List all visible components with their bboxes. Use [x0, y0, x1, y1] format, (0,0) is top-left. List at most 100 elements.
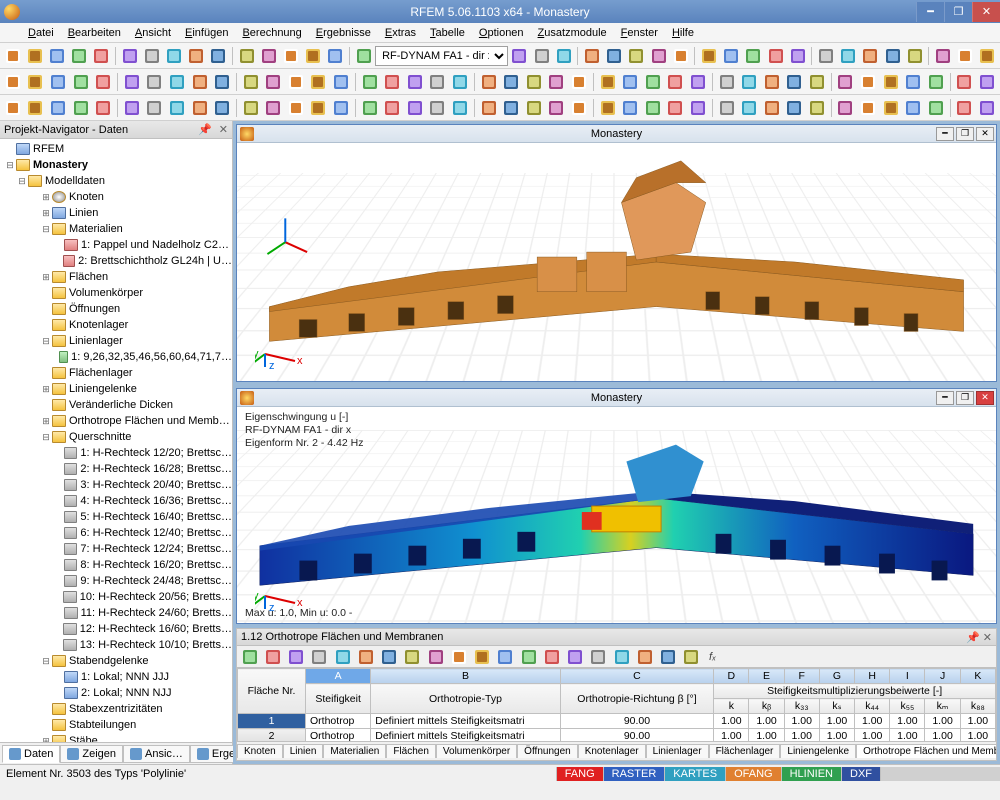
- table-tb-button[interactable]: [425, 646, 447, 668]
- toolbar-button[interactable]: [523, 97, 545, 119]
- toolbar-button[interactable]: [2, 45, 23, 67]
- tree-item[interactable]: 4: H-Rechteck 16/36; Brettsc…: [0, 493, 232, 509]
- table-tb-button[interactable]: [355, 646, 377, 668]
- toolbar-button[interactable]: [955, 45, 976, 67]
- toolbar-button[interactable]: [25, 97, 47, 119]
- data-table[interactable]: Fläche Nr.ABCDEFGHIJKSteifigkeitOrthotro…: [237, 668, 996, 741]
- toolbar-button[interactable]: [546, 97, 568, 119]
- tree-item[interactable]: RFEM: [0, 141, 232, 157]
- snap-fang[interactable]: FANG: [556, 767, 603, 781]
- toolbar-button[interactable]: [46, 45, 67, 67]
- table-tab[interactable]: Orthotrope Flächen und Membranen: [856, 744, 996, 758]
- tree-item[interactable]: 1: Pappel und Nadelholz C2…: [0, 237, 232, 253]
- toolbar-button[interactable]: [92, 97, 114, 119]
- nav-tab-zeigen[interactable]: Zeigen: [60, 745, 123, 763]
- nav-tab-ansic…[interactable]: Ansic…: [123, 745, 190, 763]
- table-tb-button[interactable]: [262, 646, 284, 668]
- toolbar-button[interactable]: [449, 97, 471, 119]
- toolbar-button[interactable]: [91, 45, 112, 67]
- toolbar-button[interactable]: [189, 71, 211, 93]
- toolbar-button[interactable]: [581, 45, 602, 67]
- tree-item[interactable]: Flächenlager: [0, 365, 232, 381]
- toolbar-button[interactable]: [860, 45, 881, 67]
- toolbar-button[interactable]: [838, 45, 859, 67]
- toolbar-button[interactable]: [531, 45, 552, 67]
- snap-kartes[interactable]: KARTES: [664, 767, 725, 781]
- menu-einfügen[interactable]: Einfügen: [179, 25, 234, 41]
- toolbar-button[interactable]: [902, 97, 924, 119]
- menu-berechnung[interactable]: Berechnung: [236, 25, 307, 41]
- toolbar-button[interactable]: [47, 97, 69, 119]
- toolbar-button[interactable]: [784, 97, 806, 119]
- navigator-tree[interactable]: RFEM⊟Monastery⊟Modelldaten⊞Knoten⊞Linien…: [0, 139, 232, 742]
- tree-item[interactable]: ⊞Liniengelenke: [0, 381, 232, 397]
- tree-item[interactable]: ⊞Knoten: [0, 189, 232, 205]
- toolbar-button[interactable]: [976, 71, 998, 93]
- snap-ofang[interactable]: OFANG: [725, 767, 781, 781]
- toolbar-button[interactable]: [976, 97, 998, 119]
- table-tb-button[interactable]: [401, 646, 423, 668]
- tree-item[interactable]: ⊟Materialien: [0, 221, 232, 237]
- toolbar-button[interactable]: [882, 45, 903, 67]
- toolbar-button[interactable]: [687, 97, 709, 119]
- toolbar-button[interactable]: [121, 97, 143, 119]
- menu-fenster[interactable]: Fenster: [615, 25, 664, 41]
- tree-item[interactable]: ⊞Orthotrope Flächen und Memb…: [0, 413, 232, 429]
- tree-item[interactable]: 1: 9,26,32,35,46,56,60,64,71,7…: [0, 349, 232, 365]
- toolbar-button[interactable]: [523, 71, 545, 93]
- toolbar-button[interactable]: [815, 45, 836, 67]
- toolbar-button[interactable]: [25, 71, 47, 93]
- tree-item[interactable]: 2: Lokal; NNN NJJ: [0, 685, 232, 701]
- snap-raster[interactable]: RASTER: [603, 767, 665, 781]
- toolbar-button[interactable]: [642, 71, 664, 93]
- tree-item[interactable]: 1: Lokal; NNN JJJ: [0, 669, 232, 685]
- toolbar-button[interactable]: [166, 71, 188, 93]
- tree-item[interactable]: ⊞Linien: [0, 205, 232, 221]
- tree-item[interactable]: 2: Brettschichtholz GL24h | U…: [0, 253, 232, 269]
- toolbar-button[interactable]: [857, 97, 879, 119]
- toolbar-button[interactable]: [70, 71, 92, 93]
- toolbar-button[interactable]: [716, 71, 738, 93]
- table-tb-button[interactable]: [448, 646, 470, 668]
- toolbar-button[interactable]: [280, 45, 301, 67]
- table-tab[interactable]: Linien: [283, 744, 324, 758]
- toolbar-button[interactable]: [925, 71, 947, 93]
- toolbar-button[interactable]: [449, 71, 471, 93]
- toolbar-button[interactable]: [765, 45, 786, 67]
- toolbar-button[interactable]: [381, 97, 403, 119]
- menu-optionen[interactable]: Optionen: [473, 25, 530, 41]
- toolbar-button[interactable]: [330, 97, 352, 119]
- toolbar-button[interactable]: [568, 71, 590, 93]
- table-tab[interactable]: Linienlager: [646, 744, 709, 758]
- toolbar-button[interactable]: [806, 97, 828, 119]
- tree-item[interactable]: 13: H-Rechteck 10/10; Bretts…: [0, 637, 232, 653]
- menu-zusatzmodule[interactable]: Zusatzmodule: [532, 25, 613, 41]
- table-tb-button[interactable]: [471, 646, 493, 668]
- toolbar-button[interactable]: [553, 45, 574, 67]
- toolbar-button[interactable]: [325, 45, 346, 67]
- toolbar-button[interactable]: [648, 45, 669, 67]
- toolbar-button[interactable]: [258, 45, 279, 67]
- tree-item[interactable]: 2: H-Rechteck 16/28; Brettsc…: [0, 461, 232, 477]
- maximize-button[interactable]: ❐: [944, 2, 972, 22]
- toolbar-button[interactable]: [263, 97, 285, 119]
- tree-item[interactable]: ⊞Flächen: [0, 269, 232, 285]
- toolbar-button[interactable]: [880, 71, 902, 93]
- table-tb-button[interactable]: [657, 646, 679, 668]
- table-tb-button[interactable]: [634, 646, 656, 668]
- toolbar-button[interactable]: [92, 71, 114, 93]
- toolbar-button[interactable]: [427, 97, 449, 119]
- toolbar-button[interactable]: [359, 71, 381, 93]
- toolbar-button[interactable]: [285, 97, 307, 119]
- toolbar-button[interactable]: [211, 97, 233, 119]
- toolbar-button[interactable]: [2, 71, 24, 93]
- table-tab[interactable]: Öffnungen: [517, 744, 578, 758]
- toolbar-button[interactable]: [404, 97, 426, 119]
- toolbar-button[interactable]: [597, 71, 619, 93]
- toolbar-button[interactable]: [925, 97, 947, 119]
- toolbar-button[interactable]: [619, 97, 641, 119]
- toolbar-button[interactable]: [546, 71, 568, 93]
- toolbar-button[interactable]: [954, 97, 976, 119]
- toolbar-button[interactable]: [665, 71, 687, 93]
- toolbar-button[interactable]: [189, 97, 211, 119]
